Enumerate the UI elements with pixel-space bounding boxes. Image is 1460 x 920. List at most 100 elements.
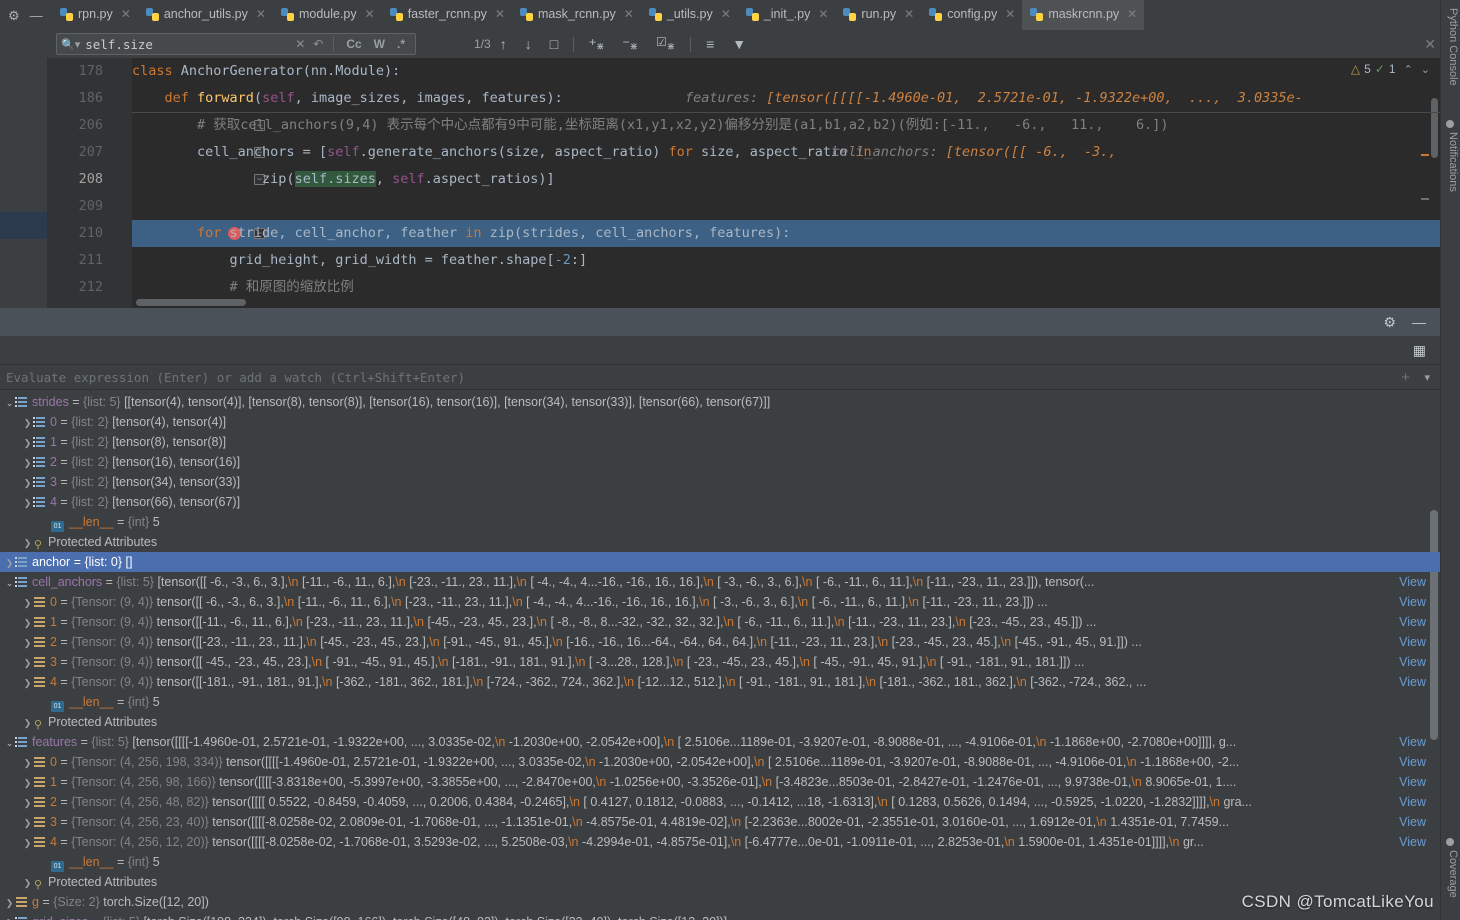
code-line[interactable]: 211 grid_height, grid_width = feather.sh…: [79, 247, 1440, 274]
chevron-down-icon[interactable]: ⌄: [4, 573, 15, 593]
close-icon[interactable]: ✕: [818, 7, 828, 21]
close-icon[interactable]: ✕: [1424, 36, 1436, 53]
select-occurrences-icon[interactable]: ☑⋇: [656, 35, 675, 52]
chevron-up-icon[interactable]: ⌃: [1404, 63, 1413, 76]
close-icon[interactable]: ✕: [365, 7, 375, 21]
view-value-link[interactable]: View: [1399, 752, 1426, 772]
code-line[interactable]: 210− for stride, cell_anchor, feather in…: [79, 220, 1440, 247]
variable-row[interactable]: ❯ 4 = {Tensor: (4, 256, 12, 20)} tensor([…: [0, 832, 1440, 852]
add-selection-icon[interactable]: +⋇: [589, 35, 604, 52]
close-icon[interactable]: ✕: [295, 37, 305, 51]
variable-row[interactable]: ❯ grid_sizes = {list: 5} [torch.Size([198…: [0, 912, 1440, 920]
variable-row[interactable]: ❯ 2 = {Tensor: (9, 4)} tensor([[-23., -11…: [0, 632, 1440, 652]
close-icon[interactable]: ✕: [721, 7, 731, 21]
variable-row[interactable]: ❯ 0 = {list: 2} [tensor(4), tensor(4)]: [0, 412, 1440, 432]
chevron-right-icon[interactable]: ❯: [22, 653, 33, 673]
close-icon[interactable]: ✕: [904, 7, 914, 21]
chevron-right-icon[interactable]: ❯: [22, 433, 33, 453]
gear-icon[interactable]: ⚙: [8, 9, 20, 22]
editor-tab[interactable]: mask_rcnn.py ✕: [512, 0, 641, 30]
remove-selection-icon[interactable]: −⋇: [623, 35, 638, 52]
variable-row[interactable]: ❯ 3 = {Tensor: (4, 256, 23, 40)} tensor([…: [0, 812, 1440, 832]
chevron-right-icon[interactable]: ❯: [22, 813, 33, 833]
chevron-right-icon[interactable]: ❯: [22, 833, 33, 853]
search-history-icon[interactable]: ↶: [313, 37, 323, 51]
whole-words-toggle[interactable]: W: [374, 37, 385, 51]
code-line[interactable]: 208− zip(self.sizes, self.aspect_ratios)…: [79, 166, 1440, 193]
code-line[interactable]: 207− cell_anchors = [self.generate_ancho…: [79, 139, 1440, 166]
chevron-right-icon[interactable]: ❯: [22, 533, 33, 553]
code-line[interactable]: 206− # 获取cell_anchors(9,4) 表示每个中心点都有9中可能…: [79, 112, 1440, 139]
gear-icon[interactable]: ⚙: [1383, 314, 1396, 331]
variable-row[interactable]: ❯ 1 = {list: 2} [tensor(8), tensor(8)]: [0, 432, 1440, 452]
view-value-link[interactable]: View: [1399, 592, 1426, 612]
variable-row[interactable]: ❯ 3 = {list: 2} [tensor(34), tensor(33)]: [0, 472, 1440, 492]
chevron-right-icon[interactable]: ❯: [4, 893, 15, 913]
chevron-right-icon[interactable]: ❯: [22, 793, 33, 813]
variable-row[interactable]: ❯ g = {Size: 2} torch.Size([12, 20]): [0, 892, 1440, 912]
variable-row[interactable]: ❯ 0 = {Tensor: (9, 4)} tensor([[ -6., -3.…: [0, 592, 1440, 612]
chevron-right-icon[interactable]: ❯: [22, 413, 33, 433]
close-icon[interactable]: ✕: [495, 7, 505, 21]
code-line[interactable]: 212 # 和原图的缩放比例: [79, 274, 1440, 301]
view-value-link[interactable]: View: [1399, 732, 1426, 752]
search-input[interactable]: 🔍▾ self.size ✕ ↶ Cc W .*: [56, 33, 416, 55]
editor-tab[interactable]: run.py ✕: [835, 0, 921, 30]
view-value-link[interactable]: View: [1399, 812, 1426, 832]
filter-icon[interactable]: ▼: [732, 36, 746, 52]
chevron-right-icon[interactable]: ❯: [22, 713, 33, 733]
editor-tab[interactable]: _utils.py ✕: [641, 0, 738, 30]
match-case-toggle[interactable]: Cc: [346, 37, 361, 51]
regex-toggle[interactable]: .*: [397, 37, 405, 51]
variable-row[interactable]: ❯ ⚲ Protected Attributes: [0, 712, 1440, 732]
variable-row[interactable]: ❯ ⚲ Protected Attributes: [0, 872, 1440, 892]
view-value-link[interactable]: View: [1399, 792, 1426, 812]
variable-row[interactable]: ❯ anchor = {list: 0} []: [0, 552, 1440, 572]
view-value-link[interactable]: View: [1399, 832, 1426, 852]
code-line[interactable]: 186 def forward(self, image_sizes, image…: [79, 85, 1440, 112]
variable-row[interactable]: 01 __len__ = {int} 5: [0, 512, 1440, 532]
view-value-link[interactable]: View: [1399, 772, 1426, 792]
variable-row[interactable]: 01 __len__ = {int} 5: [0, 852, 1440, 872]
in-selection-icon[interactable]: ≡: [706, 36, 714, 52]
chevron-right-icon[interactable]: ❯: [4, 913, 15, 920]
variable-row[interactable]: ⌄ cell_anchors = {list: 5} [tensor([[ -6.…: [0, 572, 1440, 592]
editor-tab[interactable]: _init_.py ✕: [738, 0, 836, 30]
variable-row[interactable]: ❯ 4 = {Tensor: (9, 4)} tensor([[-181., -9…: [0, 672, 1440, 692]
arrow-up-icon[interactable]: ↑: [500, 36, 507, 52]
code-line[interactable]: 178 class AnchorGenerator(nn.Module):: [79, 58, 1440, 85]
chevron-right-icon[interactable]: ❯: [22, 493, 33, 513]
editor-tab[interactable]: anchor_utils.py ✕: [138, 0, 273, 30]
variables-tree[interactable]: ⌄ strides = {list: 5} [[tensor(4), tensor…: [0, 392, 1440, 920]
chevron-right-icon[interactable]: ❯: [22, 873, 33, 893]
editor-tab[interactable]: faster_rcnn.py ✕: [382, 0, 512, 30]
chevron-right-icon[interactable]: ❯: [22, 633, 33, 653]
close-icon[interactable]: ✕: [1005, 7, 1015, 21]
sidebar-item-notifications[interactable]: Notifications: [1443, 132, 1459, 192]
sidebar-item-python-console[interactable]: Python Console: [1443, 8, 1459, 86]
editor-tab[interactable]: module.py ✕: [273, 0, 382, 30]
view-value-link[interactable]: View: [1399, 572, 1426, 592]
variable-row[interactable]: ⌄ strides = {list: 5} [[tensor(4), tensor…: [0, 392, 1440, 412]
minimize-icon[interactable]: —: [30, 9, 43, 22]
editor-vertical-scrollbar[interactable]: [1431, 98, 1438, 158]
chevron-right-icon[interactable]: ❯: [22, 613, 33, 633]
evaluate-expression-input[interactable]: Evaluate expression (Enter) or add a wat…: [0, 364, 1440, 390]
layout-settings-icon[interactable]: ▦: [1413, 342, 1426, 359]
editor-horizontal-scrollbar[interactable]: [136, 299, 246, 306]
variable-row[interactable]: ❯ 3 = {Tensor: (9, 4)} tensor([[ -45., -2…: [0, 652, 1440, 672]
code-editor[interactable]: 178 class AnchorGenerator(nn.Module): 186 …: [0, 58, 1440, 308]
minimize-icon[interactable]: —: [1412, 314, 1426, 331]
chevron-down-icon[interactable]: ⌄: [4, 733, 15, 753]
variable-row[interactable]: ⌄ features = {list: 5} [tensor([[[[-1.496…: [0, 732, 1440, 752]
chevron-right-icon[interactable]: ❯: [22, 453, 33, 473]
arrow-down-icon[interactable]: ↓: [525, 36, 532, 52]
variable-row[interactable]: 01 __len__ = {int} 5: [0, 692, 1440, 712]
view-value-link[interactable]: View: [1399, 672, 1426, 692]
variable-row[interactable]: ❯ 1 = {Tensor: (4, 256, 98, 166)} tensor(…: [0, 772, 1440, 792]
close-icon[interactable]: ✕: [624, 7, 634, 21]
view-value-link[interactable]: View: [1399, 632, 1426, 652]
variable-row[interactable]: ❯ ⚲ Protected Attributes: [0, 532, 1440, 552]
editor-tab[interactable]: maskrcnn.py ✕: [1022, 0, 1145, 30]
sidebar-item-coverage[interactable]: Coverage: [1443, 850, 1459, 898]
